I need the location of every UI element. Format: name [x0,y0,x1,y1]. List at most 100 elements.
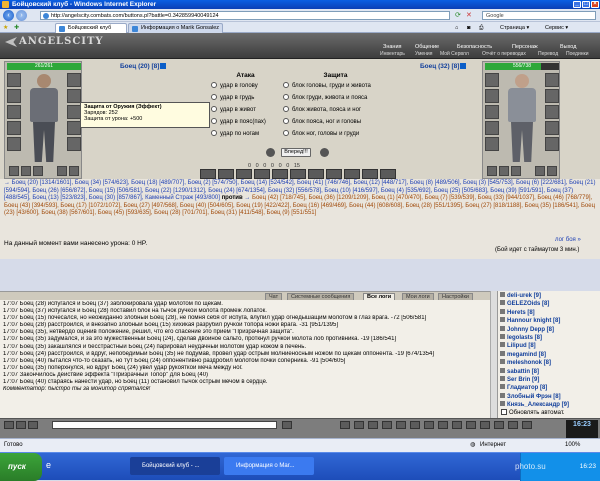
belt-slot[interactable] [485,137,499,151]
gloves-slot[interactable] [545,89,559,103]
menu-skills[interactable]: Умения [415,51,432,58]
back-arrow-icon[interactable]: ‹ [3,10,14,21]
skull-icon[interactable] [266,148,275,157]
tools-menu[interactable]: Сервис ▾ [545,24,568,32]
shield-slot[interactable] [67,105,81,119]
menu-exit[interactable]: Выход [560,44,576,51]
add-favorites-icon[interactable]: ✚ [14,24,19,31]
weapon-slot[interactable] [7,105,21,119]
skill-slot-5[interactable] [272,169,288,179]
refresh-icon[interactable]: ⟳ [455,11,461,19]
menu-transfer-report[interactable]: Отчёт о переводах [482,51,526,58]
defense-option-4-radio[interactable]: блок пояса, ног и головы [283,118,361,126]
task-info[interactable]: Информация о Mar... [224,457,314,475]
skill-slot-1[interactable] [200,169,216,179]
menu-knowledge[interactable]: Знания [383,44,402,51]
toolbar-button-13[interactable] [508,421,518,429]
info-icon[interactable] [160,63,167,69]
tab-fight-club[interactable]: Бойцовский клуб [55,23,127,33]
weapon-slot[interactable] [485,105,499,119]
skill-slot-4[interactable] [254,169,270,179]
skill-slot-7[interactable] [308,169,324,179]
helmet-slot[interactable] [7,73,21,87]
online-user[interactable]: Злобный Фрэн [8] [500,392,598,401]
boots-slot[interactable] [67,137,81,151]
earring-slot[interactable] [67,73,81,87]
left-fighter-name[interactable]: Боец (20) [8] [120,63,167,70]
skill-slot-9[interactable] [344,169,360,179]
defense-option-1-radio[interactable]: блок головы, груди и живота [283,82,371,90]
toolbar-button-14[interactable] [522,421,532,429]
ring-slot-3[interactable] [33,166,43,176]
skill-slot-6[interactable] [290,169,306,179]
defense-option-2-radio[interactable]: блок груди, живота и пояса [283,94,367,102]
leggings-slot[interactable] [67,121,81,135]
page-menu[interactable]: Страница ▾ [500,24,529,32]
helmet-slot[interactable] [485,73,499,87]
toolbar-button-4[interactable] [382,421,392,429]
belt-slot[interactable] [7,137,21,151]
online-user[interactable]: Herets [8] [500,308,598,317]
online-user[interactable]: legolasts [8] [500,334,598,342]
gloves-slot[interactable] [67,89,81,103]
toolbar-button-9[interactable] [452,421,462,429]
attack-belly-radio[interactable]: удар в живот [211,106,256,114]
home-icon[interactable]: ⌂ [455,24,458,32]
toolbar-button-1[interactable] [340,421,350,429]
ring-slot-2[interactable] [21,166,31,176]
menu-my-server[interactable]: Мой Сервлл [440,51,469,58]
toolbar-button-10[interactable] [466,421,476,429]
online-user[interactable]: Lilipud [8] [500,342,598,350]
shield-slot[interactable] [545,105,559,119]
menu-inventory[interactable]: Инвентарь [380,51,405,58]
toolbar-button-12[interactable] [494,421,504,429]
skill-slot-2[interactable] [218,169,234,179]
chat-scrollbar[interactable] [490,291,497,418]
toolbar-button-2[interactable] [354,421,364,429]
toolbar-button-5[interactable] [396,421,406,429]
amulet-slot[interactable] [7,89,21,103]
print-icon[interactable]: ⎙ [479,24,483,32]
skill-slot-11[interactable] [380,169,396,179]
skill-slot-10[interactable] [362,169,378,179]
right-fighter-name[interactable]: Боец (32) [8] [420,63,467,70]
attack-head-radio[interactable]: удар в голову [211,82,258,90]
go-button[interactable]: Вперед!!! [281,148,311,157]
menu-communication[interactable]: Общение [415,44,439,51]
start-button[interactable]: пуск [0,453,42,481]
online-user[interactable]: GELEZOids [8] [500,300,598,308]
online-user[interactable]: deli-urek [9] [500,292,598,300]
online-user[interactable]: Гладиатор [8] [500,384,598,392]
auto-refresh-checkbox[interactable]: Обновлять автомат. [501,409,565,417]
quicklaunch-ie-icon[interactable]: e [46,460,51,470]
defense-option-5-radio[interactable]: блок ног, головы и груди [283,130,359,138]
toolbar-button-8[interactable] [438,421,448,429]
clear-icon[interactable] [28,421,38,429]
ring-slot-2[interactable] [499,166,509,176]
zoom-level[interactable]: 100% [565,439,580,452]
pocket-slot-1[interactable] [535,166,545,176]
attack-groin-radio[interactable]: удар в пояс(пах) [211,118,266,126]
battle-log-link[interactable]: лог боя » [555,237,581,243]
maximize-button[interactable]: □ [582,1,590,8]
menu-duels[interactable]: Поединки [566,51,589,58]
stop-icon[interactable]: ✕ [466,11,472,19]
pocket-slot-2[interactable] [69,166,79,176]
info-icon[interactable] [460,63,467,69]
close-button[interactable]: × [591,1,599,8]
tab-info[interactable]: Информация о Marik Gonsalez [128,23,223,33]
defense-option-3-radio[interactable]: блок живота, пояса и ног [283,106,361,114]
online-user[interactable]: meleshonok [8] [500,359,598,367]
search-input[interactable]: Google [482,11,596,20]
online-user[interactable]: Hannour knight [8] [500,317,598,325]
smiley-icon[interactable] [4,421,14,429]
translit-icon[interactable] [16,421,26,429]
toolbar-button-7[interactable] [424,421,434,429]
ring-slot-1[interactable] [9,166,19,176]
toolbar-button-11[interactable] [480,421,490,429]
armor-slot[interactable] [485,121,499,135]
skill-slot-3[interactable] [236,169,252,179]
amulet-slot[interactable] [485,89,499,103]
task-fight-club[interactable]: Бойцовский клуб - ... [130,457,220,475]
chat-input[interactable] [52,421,277,429]
